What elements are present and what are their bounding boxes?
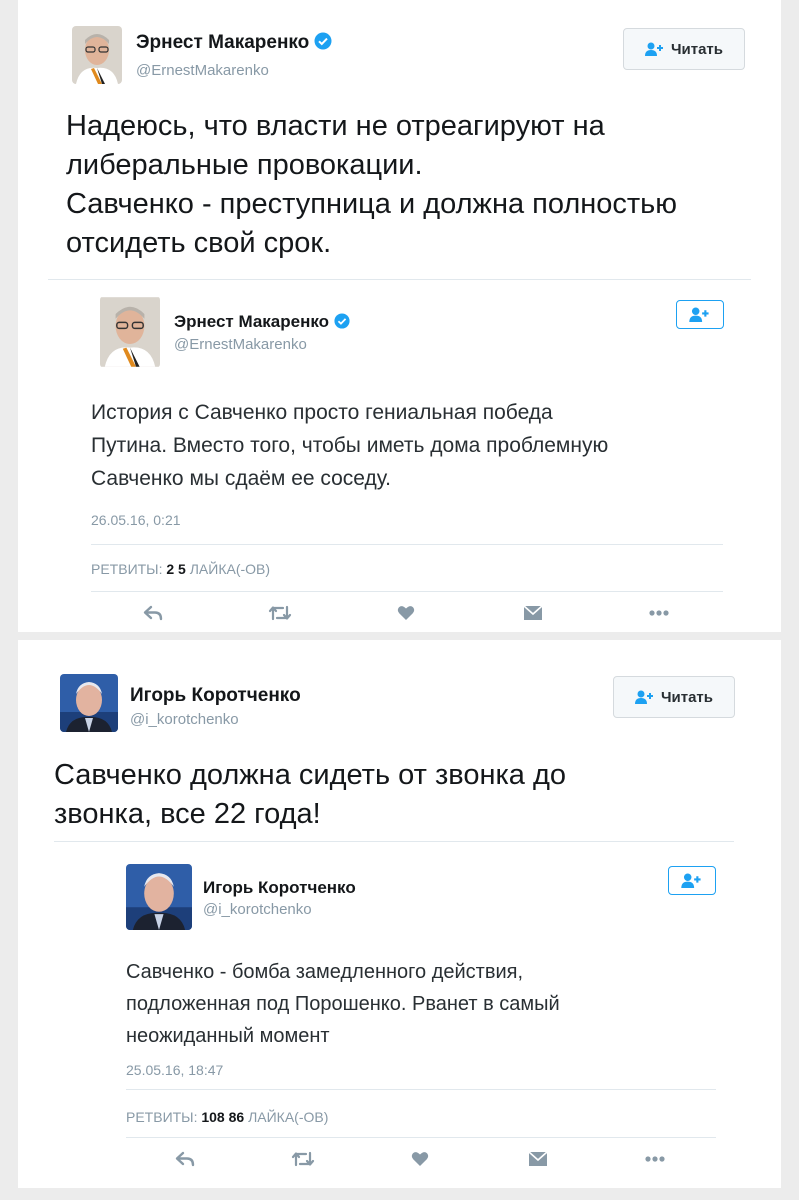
author-avatar[interactable] [72,26,122,84]
author-name[interactable]: Эрнест Макаренко [136,32,332,54]
retweets-count[interactable]: 2 [166,561,174,577]
follow-button[interactable]: Читать [623,28,745,70]
verified-badge-icon [334,313,350,329]
tweet-card-2: Игорь Коротченко @i_korotchenko Читать С… [18,640,781,1188]
quoted-author-handle[interactable]: @i_korotchenko [203,901,312,918]
reply-icon[interactable] [172,1146,198,1172]
author-name[interactable]: Игорь Коротченко [130,685,301,707]
follow-person-icon [681,873,701,888]
tweet-actions [172,1146,668,1172]
follow-person-icon [644,42,663,56]
more-icon[interactable] [642,1146,668,1172]
message-icon[interactable] [520,600,546,626]
verified-badge-icon [314,32,332,50]
author-handle[interactable]: @i_korotchenko [130,711,239,728]
retweet-icon[interactable] [290,1146,316,1172]
quoted-author-avatar[interactable] [100,296,160,368]
engagement-stats: РЕТВИТЫ: 2 5 ЛАЙКА(-ОВ) [91,561,270,577]
divider [126,1137,716,1138]
engagement-stats: РЕТВИТЫ: 108 86 ЛАЙКА(-ОВ) [126,1109,328,1125]
quoted-author-name[interactable]: Эрнест Макаренко [174,312,350,332]
author-handle[interactable]: @ErnestMakarenko [136,62,269,79]
follow-label: Читать [660,688,714,706]
follow-label: Читать [670,40,724,58]
tweet-text: Савченко должна сидеть от звонка до звон… [54,759,567,830]
tweet-card-1: Эрнест Макаренко @ErnestMakarenko Читать… [18,0,781,632]
quoted-follow-button[interactable] [668,866,716,895]
likes-count[interactable]: 86 [229,1109,245,1125]
retweets-label: РЕТВИТЫ: [91,561,163,577]
divider [54,841,734,842]
divider [126,1089,716,1090]
quoted-author-handle[interactable]: @ErnestMakarenko [174,336,307,353]
likes-label: ЛАЙКА(-ОВ) [189,561,271,577]
quoted-timestamp[interactable]: 26.05.16, 0:21 [91,512,181,528]
quoted-tweet-text: Савченко - бомба замедленного действия, … [126,961,560,1047]
follow-button[interactable]: Читать [613,676,735,718]
retweets-count[interactable]: 108 [201,1109,224,1125]
heart-icon[interactable] [393,600,419,626]
quoted-follow-button[interactable] [676,300,724,329]
tweet-actions [140,600,672,626]
quoted-tweet-text: История с Савченко просто гениальная поб… [91,401,609,490]
likes-label: ЛАЙКА(-ОВ) [248,1109,329,1125]
author-avatar[interactable] [60,674,118,732]
more-icon[interactable] [646,600,672,626]
likes-count[interactable]: 5 [178,561,186,577]
quoted-timestamp[interactable]: 25.05.16, 18:47 [126,1062,223,1078]
heart-icon[interactable] [407,1146,433,1172]
divider [91,591,723,592]
follow-person-icon [689,307,709,322]
retweets-label: РЕТВИТЫ: [126,1109,198,1125]
quoted-author-name[interactable]: Игорь Коротченко [203,878,356,898]
reply-icon[interactable] [140,600,166,626]
tweet-text: Надеюсь, что власти не отреагируют на ли… [66,110,678,259]
retweet-icon[interactable] [267,600,293,626]
divider [48,279,751,280]
divider [91,544,723,545]
quoted-author-avatar[interactable] [126,864,192,930]
message-icon[interactable] [525,1146,551,1172]
follow-person-icon [634,690,653,704]
